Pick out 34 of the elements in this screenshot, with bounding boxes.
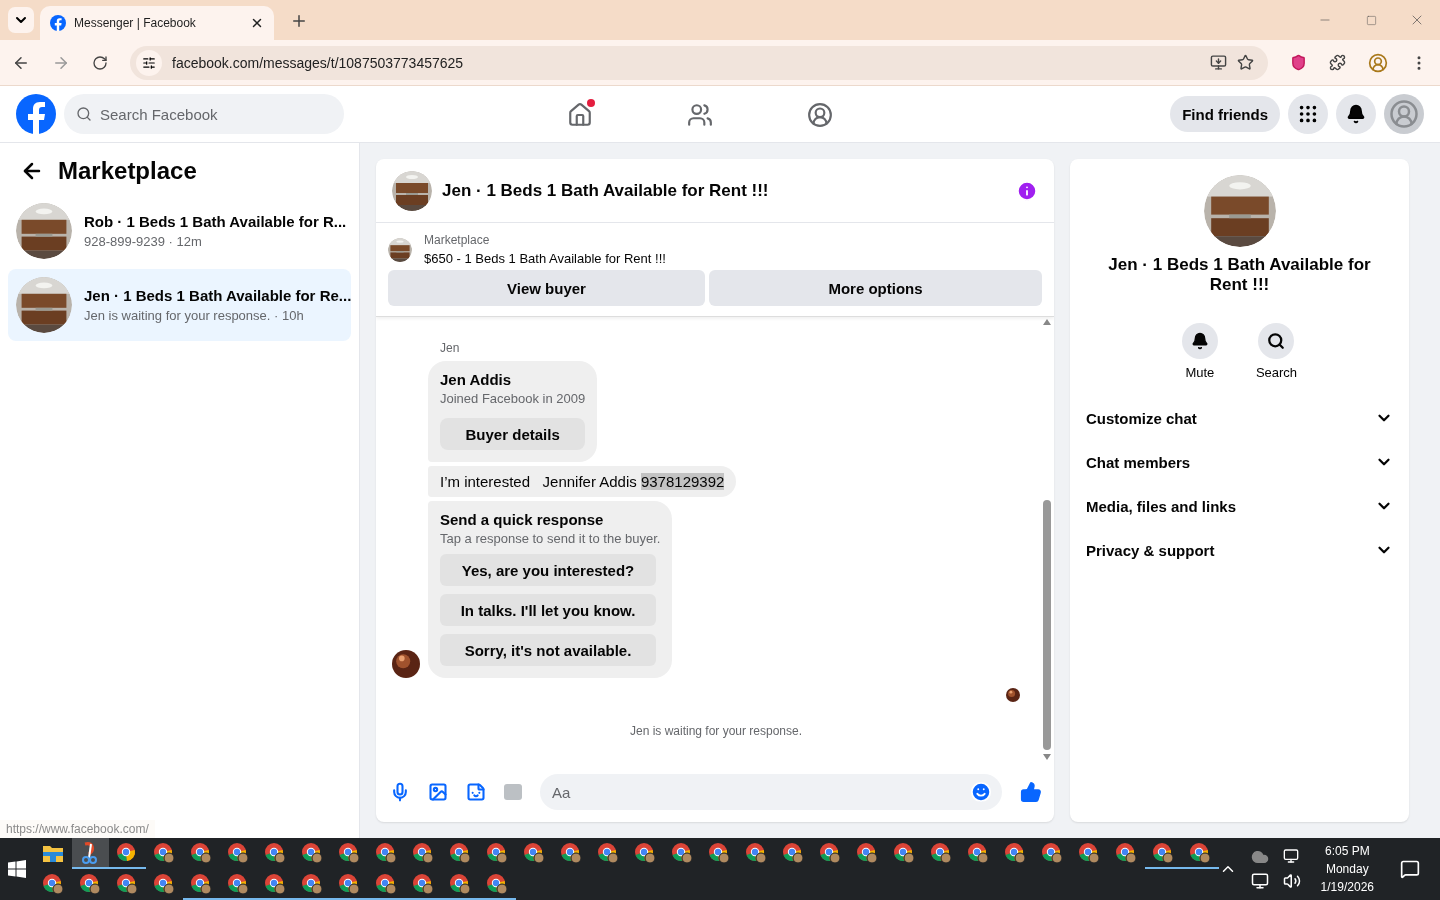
listing-title: $650 - 1 Beds 1 Bath Available for Rent !!!: [424, 251, 666, 266]
sender-name: Jen: [440, 341, 461, 355]
conversation-preview: Jen is waiting for your response. · 10h: [84, 308, 305, 323]
quick-response-button[interactable]: Sorry, it's not available.: [440, 634, 656, 666]
conversation-name: Rob · 1 Beds 1 Bath Available for R...: [84, 213, 347, 230]
message-bubble: I’m interested Jennifer Addis 9378129392: [428, 466, 737, 497]
chat-title: Jen · 1 Beds 1 Bath Available for Rent !!!: [442, 180, 770, 201]
quick-response-button[interactable]: In talks. I'll let you know.: [440, 594, 656, 626]
listing-label: Marketplace: [424, 233, 491, 247]
buyer-name: Jen Addis: [440, 371, 513, 388]
conversation-preview: 928-899-9239 · 12m: [84, 234, 203, 249]
waiting-status: Jen is waiting for your response.: [629, 724, 803, 738]
find-friends-button[interactable]: Find friends: [1170, 96, 1280, 132]
search-field[interactable]: Search Facebook: [64, 94, 344, 134]
quick-response-title: Send a quick response: [440, 511, 605, 528]
buyer-details-button[interactable]: Buyer details: [440, 418, 586, 450]
message-field[interactable]: Aa: [540, 774, 1002, 810]
action-button[interactable]: View buyer: [388, 270, 705, 306]
conversation-item[interactable]: Rob · 1 Beds 1 Bath Available for R... 928-899-9239 · 12m: [8, 195, 351, 267]
sidebar-title: Marketplace: [58, 157, 197, 185]
browser-tab[interactable]: Messenger | Facebook: [40, 6, 274, 40]
quick-response-hint: Tap a response to send it to the buyer.: [440, 531, 661, 546]
status-url: https://www.facebook.com/: [0, 820, 155, 838]
details-section[interactable]: Customize chat: [1086, 396, 1393, 440]
clock[interactable]: 6:05 PM Monday 1/19/2026: [1320, 844, 1374, 894]
buyer-joined: Joined Facebook in 2009: [440, 391, 586, 406]
details-section[interactable]: Media, files and links: [1086, 484, 1393, 528]
quick-response-button[interactable]: Yes, are you interested?: [440, 554, 656, 586]
details-section[interactable]: Chat members: [1086, 440, 1393, 484]
conversation-item[interactable]: Jen · 1 Beds 1 Bath Available for Re... Jen is waiting for your response. · 10h: [8, 269, 351, 341]
action-button[interactable]: More options: [709, 270, 1042, 306]
conversation-name: Jen · 1 Beds 1 Bath Available for Re...: [84, 287, 352, 304]
conversation-title: Jen · 1 Beds 1 Bath Available for Rent !!!: [1107, 255, 1372, 295]
details-section[interactable]: Privacy & support: [1086, 528, 1393, 572]
